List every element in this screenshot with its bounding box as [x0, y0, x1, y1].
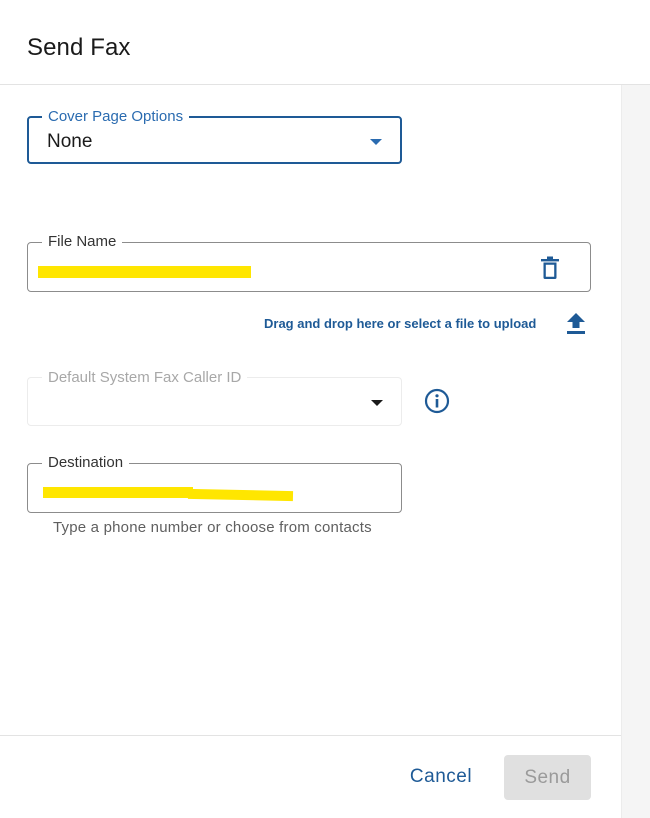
chevron-down-icon: [371, 400, 383, 406]
destination-hint: Type a phone number or choose from conta…: [53, 519, 372, 536]
send-button[interactable]: Send: [504, 755, 591, 800]
destination-redaction: [43, 487, 193, 498]
dialog-header: Send Fax: [0, 0, 650, 85]
file-name-redaction: [38, 266, 251, 278]
scrollbar-track[interactable]: [621, 85, 650, 818]
chevron-down-icon: [370, 139, 382, 145]
trash-icon[interactable]: [540, 256, 560, 280]
cover-page-label: Cover Page Options: [42, 108, 190, 126]
upload-link[interactable]: Drag and drop here or select a file to u…: [264, 316, 536, 331]
cover-page-select[interactable]: Cover Page Options None: [27, 108, 402, 164]
caller-id-label: Default System Fax Caller ID: [42, 369, 248, 387]
destination-redaction: [187, 488, 294, 502]
destination-label: Destination: [42, 454, 130, 472]
file-name-field[interactable]: File Name: [27, 233, 591, 292]
cancel-button[interactable]: Cancel: [398, 756, 484, 798]
destination-field[interactable]: Destination: [27, 454, 402, 513]
dialog-footer: Cancel Send: [0, 735, 621, 818]
cover-page-value: None: [47, 131, 93, 152]
info-icon[interactable]: [424, 388, 450, 414]
file-name-label: File Name: [42, 233, 123, 251]
upload-icon[interactable]: [566, 312, 586, 336]
dialog-title: Send Fax: [27, 34, 131, 61]
caller-id-select[interactable]: Default System Fax Caller ID: [27, 369, 402, 426]
